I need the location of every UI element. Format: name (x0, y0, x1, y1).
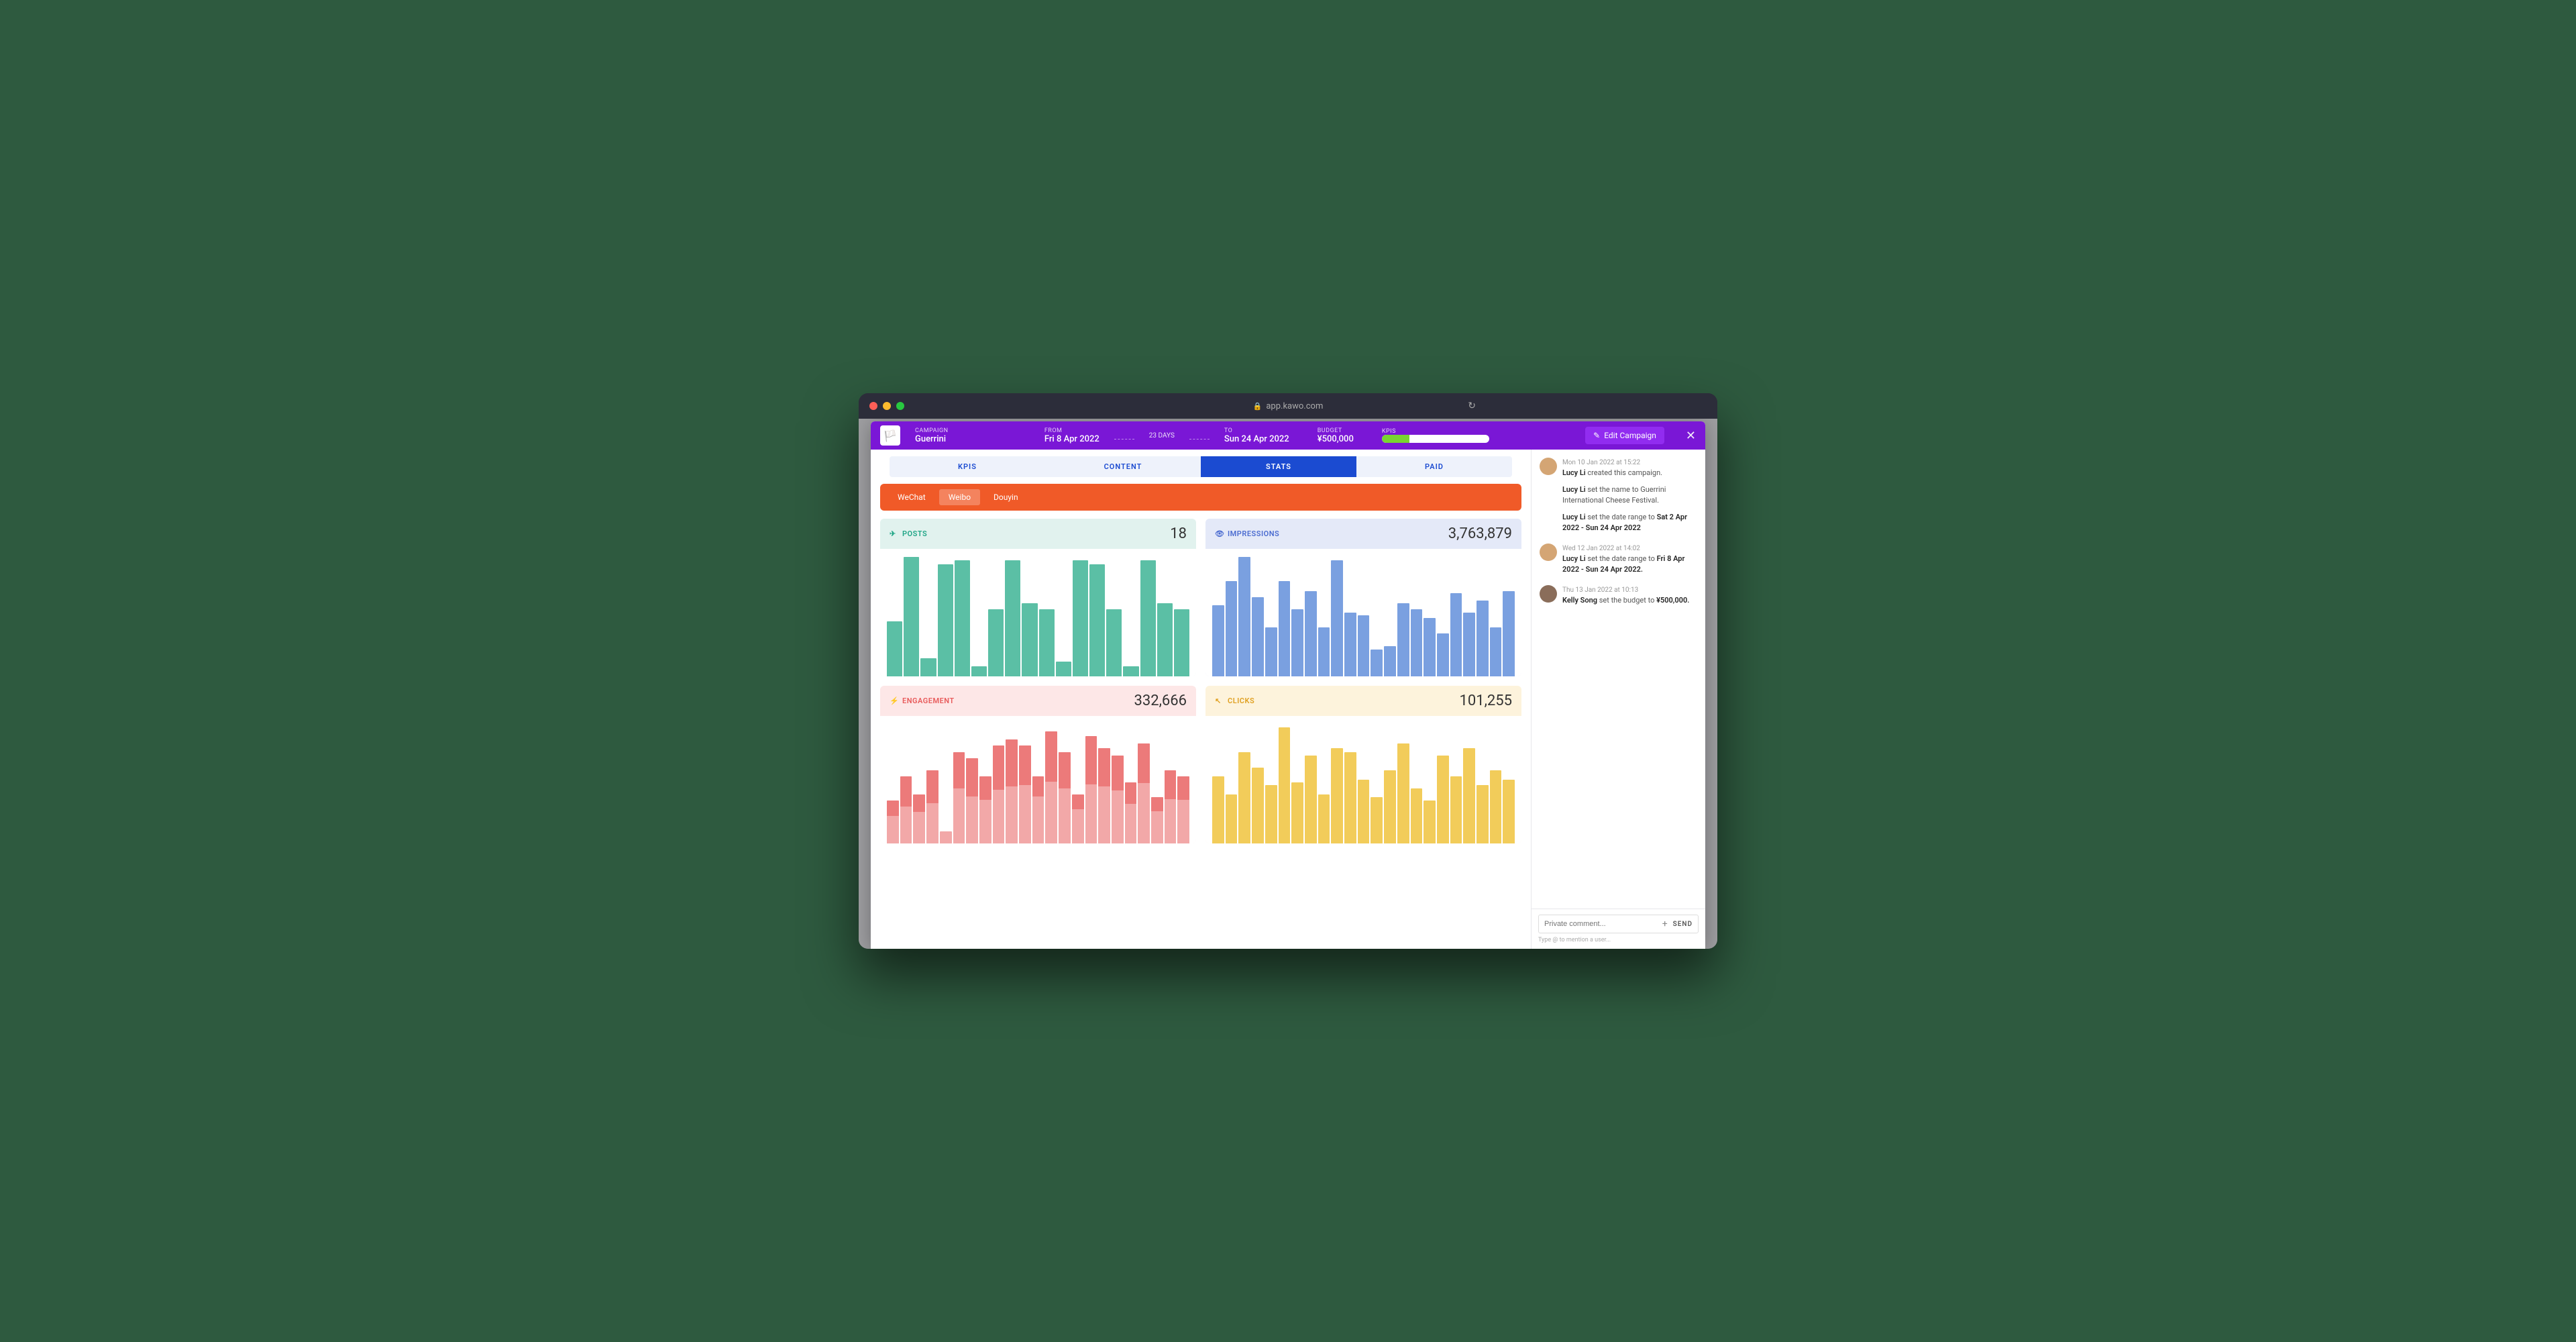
impressions-value: 3,763,879 (1448, 525, 1512, 542)
feed-entry: Mon 10 Jan 2022 at 15:22 Lucy Li created… (1540, 458, 1697, 534)
engagement-card: ⚡ENGAGEMENT 332,666 (880, 686, 1196, 843)
refresh-icon[interactable]: ↻ (1468, 401, 1476, 411)
to-block: TO Sun 24 Apr 2022 (1224, 427, 1289, 444)
activity-feed: Mon 10 Jan 2022 at 15:22 Lucy Li created… (1532, 450, 1705, 909)
tab-paid[interactable]: PAID (1356, 456, 1512, 477)
kpi-progress (1382, 435, 1489, 443)
section-tabs: KPIS CONTENT STATS PAID (890, 456, 1512, 477)
close-window-icon[interactable] (869, 402, 877, 410)
tab-kpis[interactable]: KPIS (890, 456, 1045, 477)
bolt-icon: ⚡ (890, 696, 898, 705)
posts-card: ✈POSTS 18 (880, 519, 1196, 676)
close-modal-button[interactable]: ✕ (1686, 429, 1696, 443)
main-panel: KPIS CONTENT STATS PAID WeChat Weibo Dou… (871, 450, 1531, 949)
avatar (1540, 458, 1557, 475)
channel-bar: WeChat Weibo Douyin (880, 484, 1521, 511)
engagement-chart (880, 716, 1196, 843)
channel-wechat[interactable]: WeChat (888, 489, 935, 505)
feed-entry: Wed 12 Jan 2022 at 14:02 Lucy Li set the… (1540, 544, 1697, 576)
campaign-name: Guerrini (915, 434, 949, 444)
clicks-card: ↖CLICKS 101,255 (1205, 686, 1521, 843)
channel-weibo[interactable]: Weibo (939, 489, 980, 505)
cursor-icon: ↖ (1215, 696, 1224, 705)
feed-entry: Thu 13 Jan 2022 at 10:13 Kelly Song set … (1540, 585, 1697, 607)
posts-value: 18 (1170, 525, 1187, 542)
comment-input[interactable] (1544, 920, 1657, 928)
impressions-chart (1205, 549, 1521, 676)
channel-douyin[interactable]: Douyin (984, 489, 1028, 505)
dash-right (1189, 439, 1210, 440)
dash-left (1114, 439, 1134, 440)
budget-block: BUDGET ¥500,000 (1318, 427, 1354, 444)
clicks-chart (1205, 716, 1521, 843)
titlebar: 🔒 app.kawo.com ↻ (859, 393, 1717, 419)
send-icon: ✈ (890, 529, 898, 538)
eye-icon: 👁 (1215, 529, 1224, 538)
campaign-header: 🏳️ CAMPAIGN Guerrini FROM Fri 8 Apr 2022… (871, 421, 1705, 450)
plus-icon[interactable]: + (1662, 919, 1668, 929)
avatar (1540, 544, 1557, 561)
tab-content[interactable]: CONTENT (1045, 456, 1201, 477)
minimize-window-icon[interactable] (883, 402, 891, 410)
posts-chart (880, 549, 1196, 676)
comment-bar: + SEND Type @ to mention a user... (1532, 909, 1705, 949)
page-backdrop: 🏳️ CAMPAIGN Guerrini FROM Fri 8 Apr 2022… (859, 419, 1717, 949)
campaign-name-block: CAMPAIGN Guerrini (915, 427, 949, 444)
campaign-logo: 🏳️ (880, 425, 900, 446)
browser-window: 🔒 app.kawo.com ↻ 🏳️ CAMPAIGN Guerrini FR… (859, 393, 1717, 949)
duration-text: 23 DAYS (1149, 432, 1175, 440)
pencil-icon: ✎ (1593, 431, 1600, 440)
traffic-lights (869, 402, 904, 410)
from-block: FROM Fri 8 Apr 2022 (1044, 427, 1099, 444)
engagement-value: 332,666 (1134, 692, 1187, 709)
avatar (1540, 585, 1557, 603)
url-text: app.kawo.com (1266, 401, 1323, 411)
impressions-card: 👁IMPRESSIONS 3,763,879 (1205, 519, 1521, 676)
lock-icon: 🔒 (1253, 402, 1263, 411)
campaign-label: CAMPAIGN (915, 427, 949, 434)
stats-grid: ✈POSTS 18 👁IMPRESSIONS 3,763,879 (880, 519, 1521, 843)
comment-hint: Type @ to mention a user... (1538, 937, 1699, 943)
edit-campaign-button[interactable]: ✎ Edit Campaign (1585, 427, 1664, 444)
maximize-window-icon[interactable] (896, 402, 904, 410)
address-bar[interactable]: 🔒 app.kawo.com (1253, 401, 1324, 411)
tab-stats[interactable]: STATS (1201, 456, 1356, 477)
campaign-modal: 🏳️ CAMPAIGN Guerrini FROM Fri 8 Apr 2022… (871, 421, 1705, 949)
send-button[interactable]: SEND (1673, 921, 1693, 928)
activity-sidebar: Mon 10 Jan 2022 at 15:22 Lucy Li created… (1531, 450, 1705, 949)
kpis-block: KPIS (1382, 428, 1489, 443)
clicks-value: 101,255 (1459, 692, 1512, 709)
